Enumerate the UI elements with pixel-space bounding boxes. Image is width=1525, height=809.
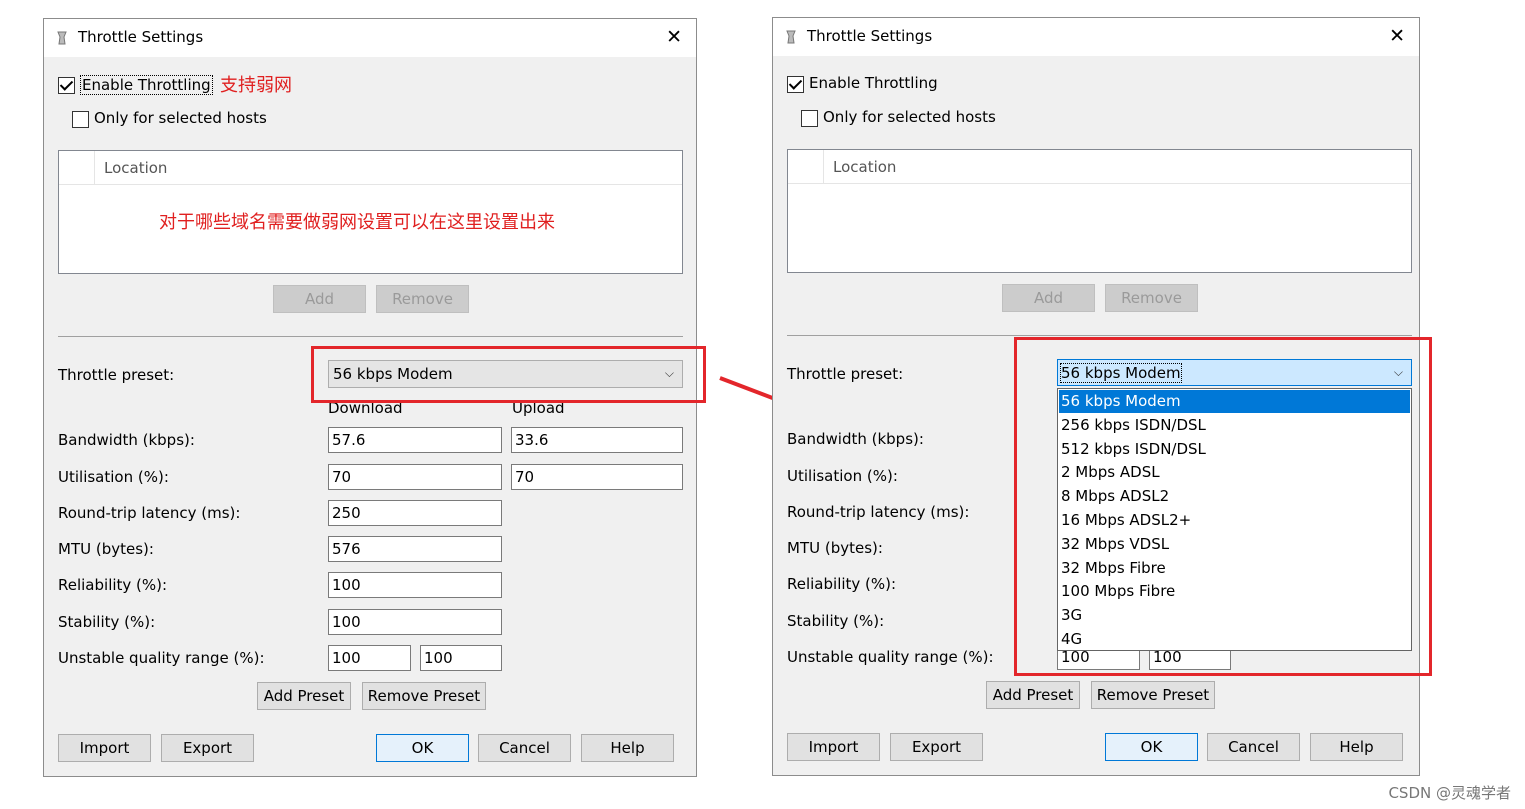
watermark: CSDN @灵魂学者 [1388, 784, 1511, 802]
window-title: Throttle Settings [807, 27, 933, 45]
dropdown-highlight-box [1014, 337, 1432, 676]
divider [787, 335, 1412, 336]
throttle-preset-label: Throttle preset: [787, 365, 904, 383]
stability-label: Stability (%): [787, 612, 885, 630]
export-button[interactable]: Export [890, 733, 983, 761]
ok-button[interactable]: OK [1105, 733, 1198, 761]
remove-host-button[interactable]: Remove [1105, 284, 1198, 312]
app-icon [786, 30, 796, 44]
cancel-button[interactable]: Cancel [1207, 733, 1300, 761]
column-separator [823, 150, 824, 184]
location-column-header[interactable]: Location [833, 158, 896, 176]
utilisation-label: Utilisation (%): [787, 467, 898, 485]
add-host-button[interactable]: Add [1002, 284, 1095, 312]
reliability-label: Reliability (%): [787, 575, 897, 593]
help-button[interactable]: Help [1310, 733, 1403, 761]
mtu-label: MTU (bytes): [787, 539, 883, 557]
enable-throttling-label[interactable]: Enable Throttling [809, 74, 938, 92]
only-selected-hosts-label[interactable]: Only for selected hosts [823, 108, 996, 126]
import-button[interactable]: Import [787, 733, 880, 761]
location-list-header: Location [788, 150, 1411, 184]
latency-label: Round-trip latency (ms): [787, 503, 970, 521]
only-selected-hosts-checkbox[interactable] [801, 110, 818, 127]
bandwidth-label: Bandwidth (kbps): [787, 430, 924, 448]
close-icon[interactable]: ✕ [1389, 27, 1405, 46]
location-list[interactable]: Location [787, 149, 1412, 273]
title-bar: Throttle Settings ✕ [773, 18, 1419, 56]
enable-throttling-checkbox[interactable] [787, 76, 804, 93]
unstable-range-label: Unstable quality range (%): [787, 648, 994, 666]
remove-preset-button[interactable]: Remove Preset [1091, 681, 1215, 709]
add-preset-button[interactable]: Add Preset [986, 681, 1080, 709]
